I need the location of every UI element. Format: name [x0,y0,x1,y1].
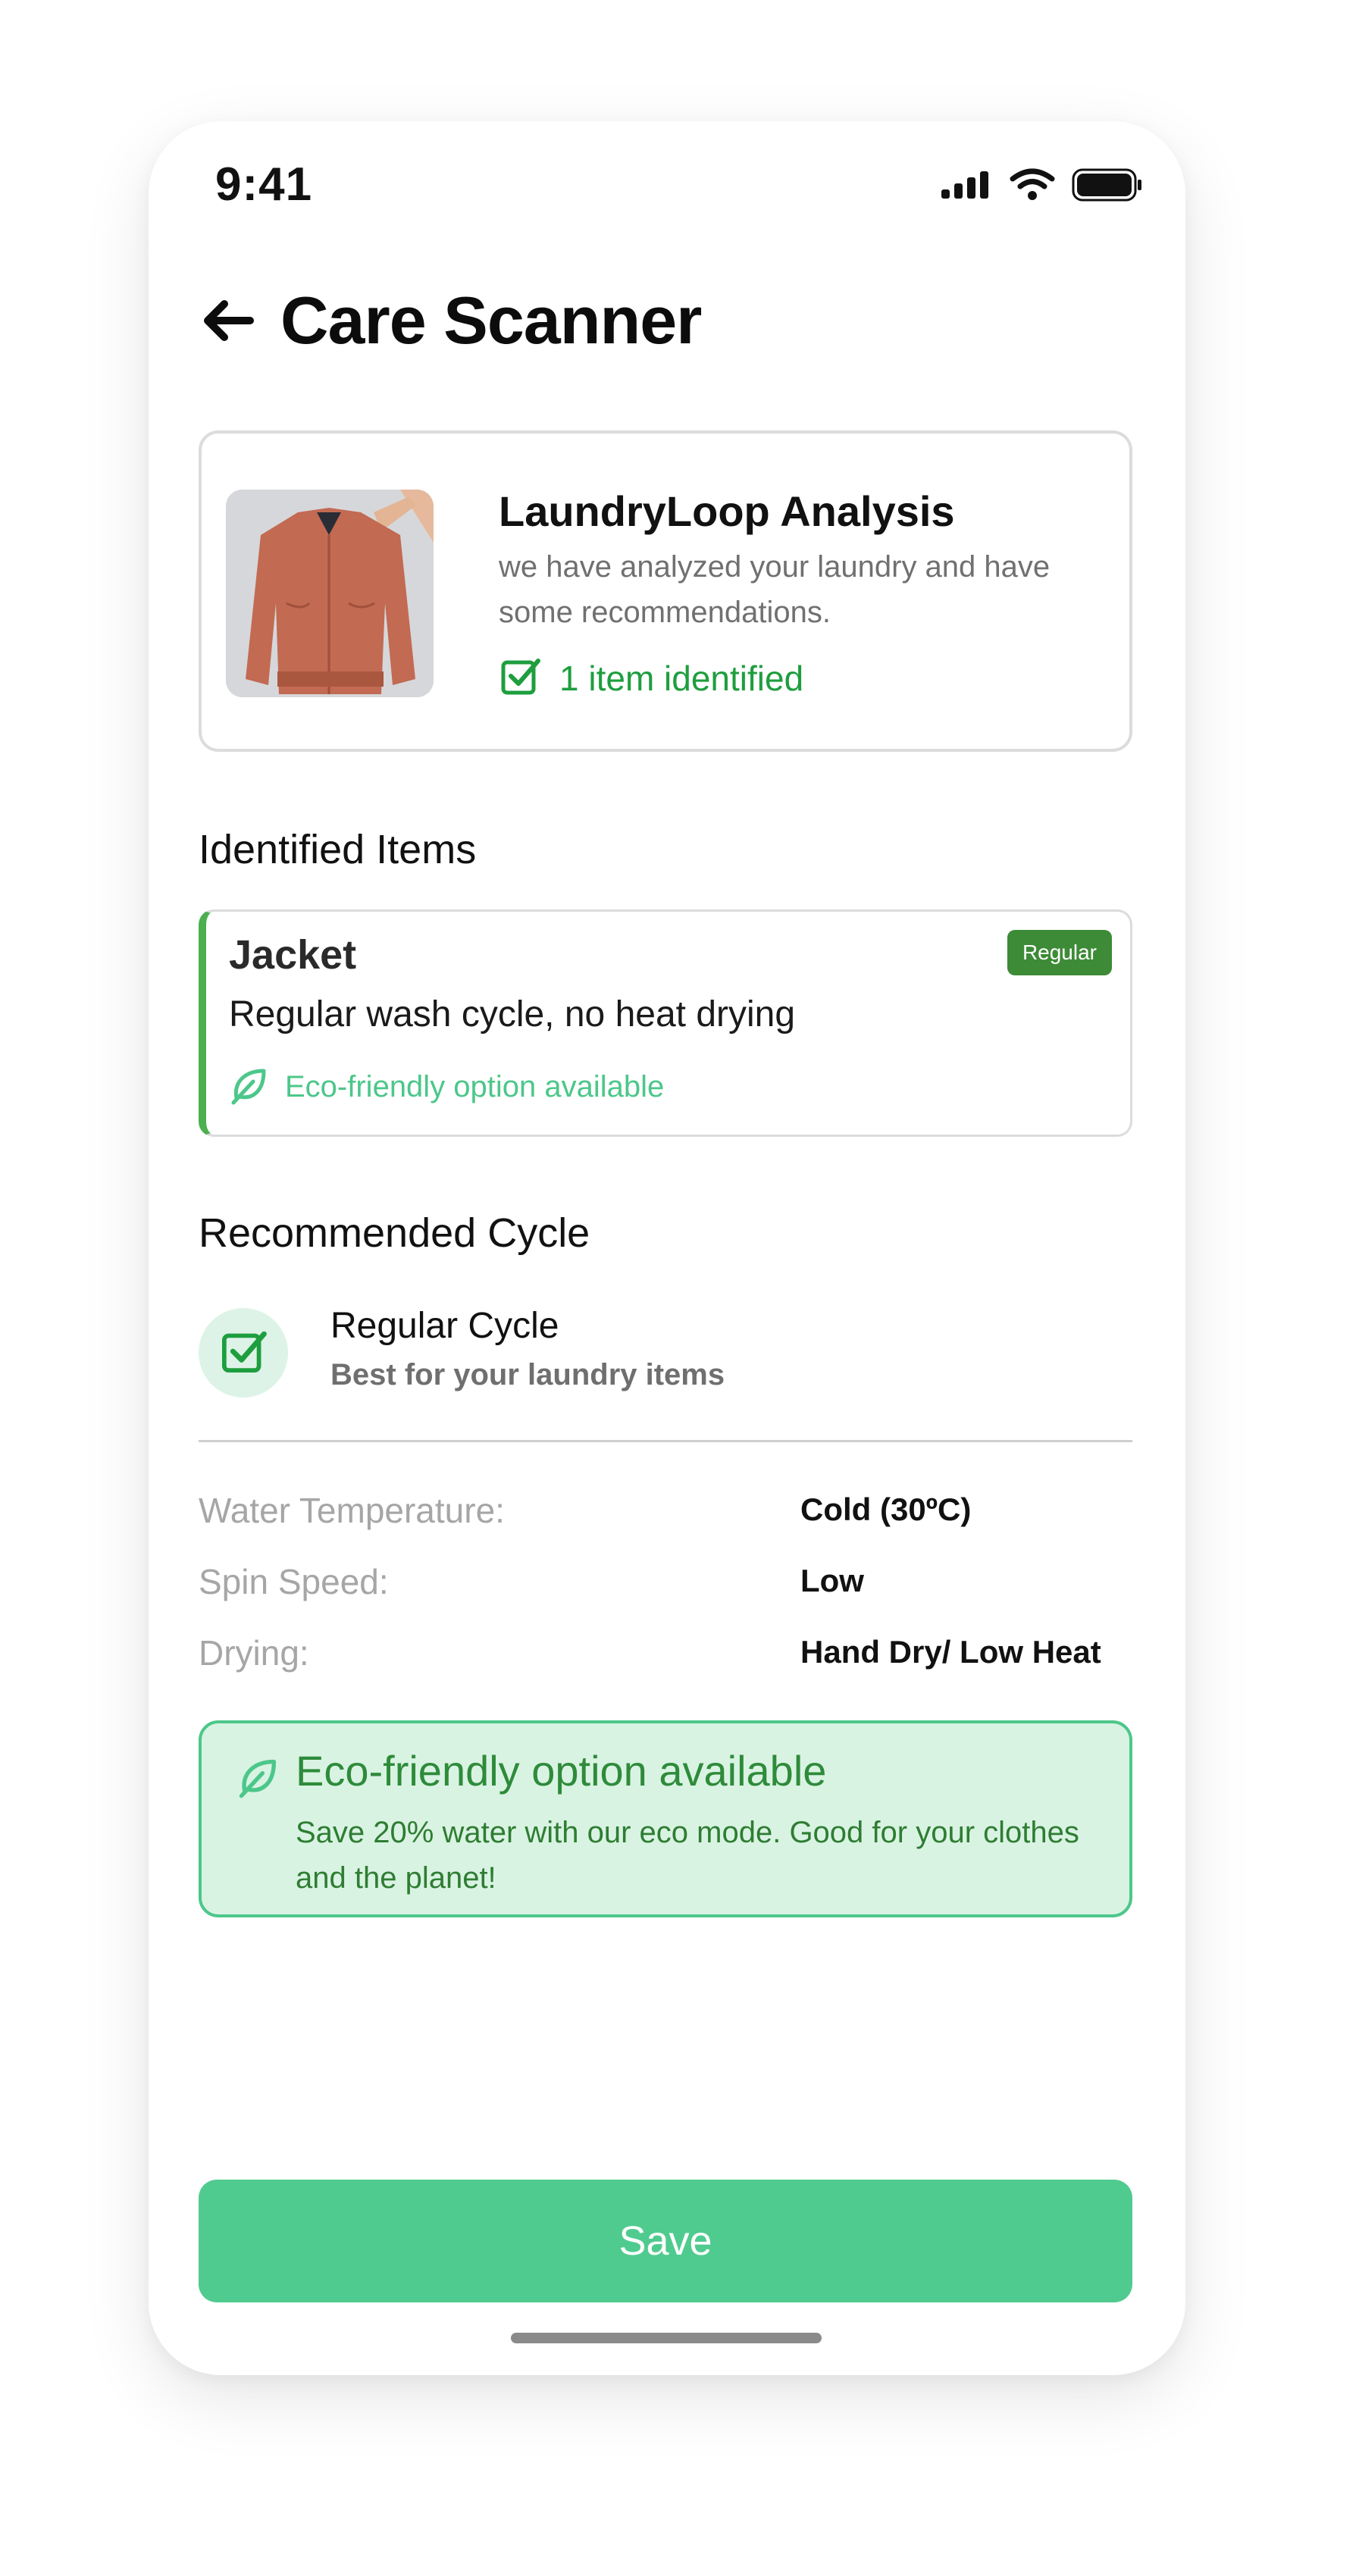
check-square-icon [499,655,541,701]
spec-label-drying: Drying: [199,1633,309,1673]
signal-icon [940,170,993,204]
recommended-cycle-heading: Recommended Cycle [199,1210,590,1256]
spec-label-water-temperature: Water Temperature: [199,1491,505,1530]
battery-icon [1072,168,1143,205]
arrow-left-icon [202,299,255,346]
spec-value-water-temperature: Cold (30ºC) [800,1491,972,1527]
item-badge: Regular [1007,930,1112,975]
phone-frame: 9:41 Care Scanner LaundryLoop Analysis w… [149,121,1185,2375]
leaf-icon [236,1755,280,1803]
eco-banner-text: Save 20% water with our eco mode. Good f… [296,1816,1079,1895]
save-button[interactable]: Save [199,2180,1132,2302]
spec-value-spin-speed: Low [800,1563,864,1598]
jacket-photo [226,490,434,697]
cycle-icon-badge [199,1308,288,1398]
leaf-icon [229,1065,270,1110]
status-icons [940,168,1143,205]
item-eco-text: Eco-friendly option available [285,1070,665,1103]
cycle-subtitle: Best for your laundry items [330,1358,725,1391]
spec-value-drying: Hand Dry/ Low Heat [800,1634,1101,1670]
eco-option-banner[interactable]: Eco-friendly option available Save 20% w… [199,1720,1132,1917]
wifi-icon [1010,168,1055,205]
status-time: 9:41 [215,158,313,211]
identified-items-heading: Identified Items [199,827,477,872]
analysis-description: we have analyzed your laundry and have s… [499,550,1051,629]
item-description: Regular wash cycle, no heat drying [229,994,796,1034]
identified-count-text: 1 item identified [559,658,804,698]
spec-label-spin-speed: Spin Speed: [199,1562,389,1601]
page-title: Care Scanner [280,283,702,358]
analysis-card: LaundryLoop Analysis we have analyzed yo… [199,430,1132,752]
identified-count-row: 1 item identified [499,655,803,701]
back-button[interactable] [194,288,262,356]
eco-banner-title: Eco-friendly option available [296,1747,827,1795]
check-square-icon [219,1327,268,1379]
item-name: Jacket [229,932,357,978]
home-indicator [511,2333,822,2343]
cycle-name: Regular Cycle [330,1306,559,1346]
analysis-title: LaundryLoop Analysis [499,487,955,535]
item-eco-row: Eco-friendly option available [229,1065,664,1110]
divider [199,1440,1132,1442]
item-card-jacket[interactable]: Jacket Regular Regular wash cycle, no he… [199,909,1132,1137]
